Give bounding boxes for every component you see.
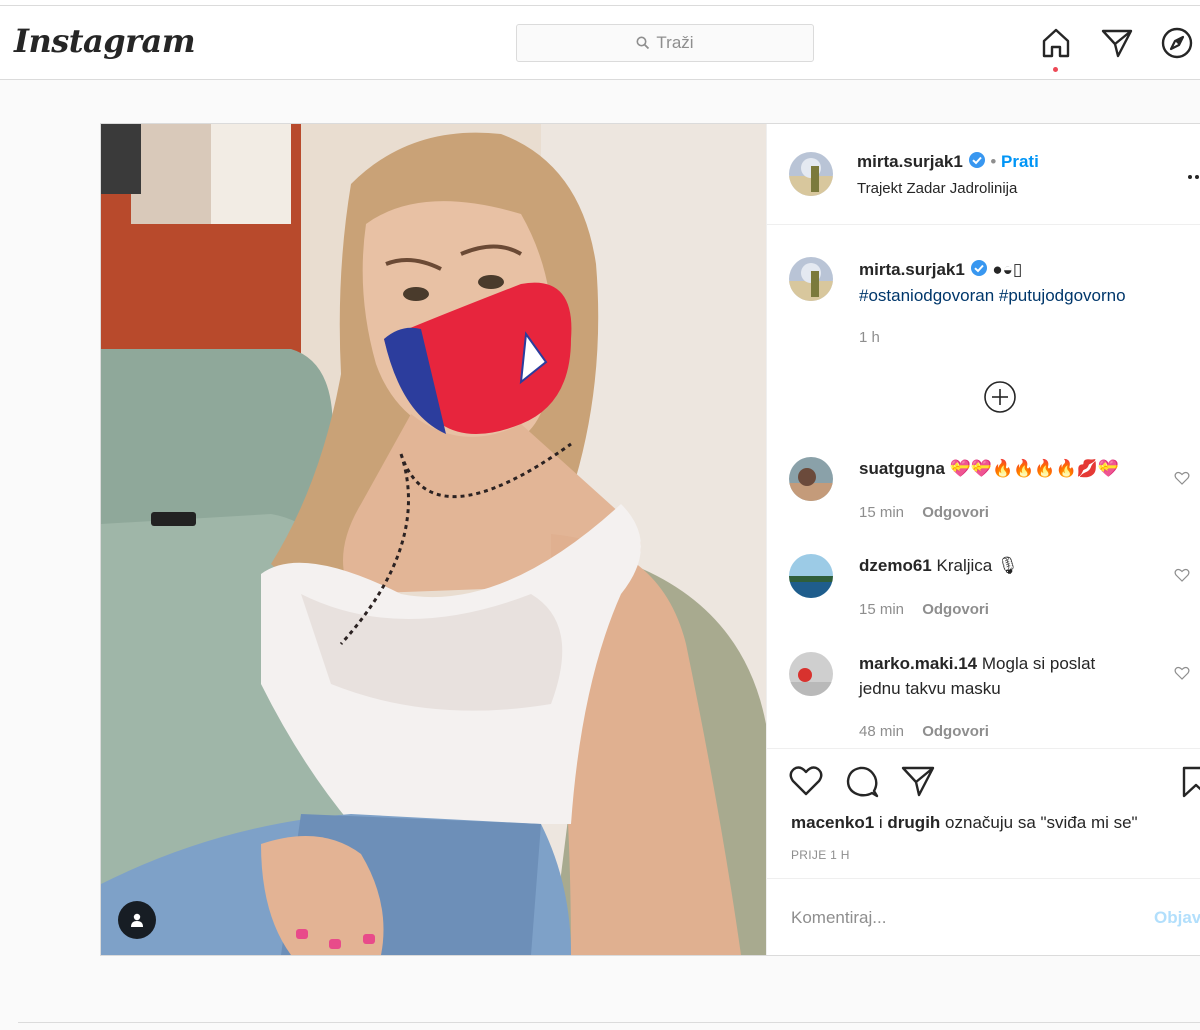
- comment-text: Mogla si poslat: [981, 654, 1096, 673]
- comment-time: 48 min: [859, 723, 905, 740]
- divider: [0, 5, 1200, 6]
- reply-button[interactable]: Odgovori: [922, 504, 989, 521]
- separator-dot: •: [990, 152, 997, 171]
- home-icon[interactable]: [1039, 26, 1073, 60]
- post-sidebar: mirta.surjak1 • Prati Trajekt Zadar Jadr…: [766, 124, 1200, 955]
- avatar[interactable]: [789, 554, 833, 598]
- comment-time: 15 min: [859, 601, 905, 618]
- divider: [767, 878, 1200, 879]
- avatar-image: [789, 257, 833, 301]
- comment-username[interactable]: marko.maki.14: [859, 654, 977, 673]
- caption-emoji: ●◒▯: [992, 260, 1023, 279]
- post-timestamp[interactable]: PRIJE 1 H: [791, 848, 850, 862]
- heart-icon[interactable]: [1174, 567, 1190, 583]
- comment-username[interactable]: suatgugna: [859, 459, 945, 478]
- top-nav-bar: Instagram Traži: [0, 0, 1200, 80]
- caption: mirta.surjak1 ●◒▯: [859, 258, 1022, 282]
- avatar-image: [789, 152, 833, 196]
- comment-username[interactable]: dzemo61: [859, 556, 932, 575]
- likes-user[interactable]: macenko1: [791, 813, 874, 832]
- comment-item: dzemo61 Kraljica 🎙: [859, 554, 1019, 578]
- user-tag-button[interactable]: [118, 901, 156, 939]
- verified-icon: [968, 152, 985, 168]
- likes-suffix: označuju sa "sviđa mi se": [945, 813, 1138, 832]
- notification-dot: [1053, 67, 1058, 72]
- comment-item: marko.maki.14 Mogla si poslat: [859, 652, 1095, 676]
- comment-text-continued: jednu takvu masku: [859, 679, 1001, 698]
- comment-icon[interactable]: [845, 765, 879, 799]
- comment-text: Kraljica 🎙: [936, 556, 1019, 575]
- caption-hashtags[interactable]: #ostaniodgovoran #putujodgovorno: [859, 284, 1126, 308]
- avatar[interactable]: [789, 257, 833, 301]
- heart-icon[interactable]: [1174, 470, 1190, 486]
- share-icon[interactable]: [901, 765, 935, 797]
- photo-illustration: [101, 124, 766, 955]
- likes-summary: macenko1 i drugih označuju sa "sviđa mi …: [791, 813, 1138, 833]
- post-location[interactable]: Trajekt Zadar Jadrolinija: [857, 177, 1017, 201]
- load-more-icon[interactable]: [983, 380, 1017, 414]
- avatar-image: [789, 652, 833, 696]
- comment-input[interactable]: Komentiraj...: [791, 908, 886, 928]
- divider: [18, 1022, 1200, 1023]
- comment-text: 💝💝🔥🔥🔥🔥💋💝: [949, 459, 1120, 478]
- post-author-username[interactable]: mirta.surjak1: [857, 152, 963, 171]
- comment-item: suatgugna 💝💝🔥🔥🔥🔥💋💝: [859, 457, 1119, 481]
- search-input[interactable]: Traži: [516, 24, 814, 62]
- reply-button[interactable]: Odgovori: [922, 723, 989, 740]
- avatar-image: [789, 457, 833, 501]
- avatar[interactable]: [789, 457, 833, 501]
- avatar-image: [789, 554, 833, 598]
- avatar[interactable]: [789, 652, 833, 696]
- user-tag-icon: [131, 913, 143, 927]
- caption-time: 1 h: [859, 329, 880, 346]
- post-comment-button[interactable]: Objavi: [1154, 908, 1200, 928]
- likes-others[interactable]: drugih: [887, 813, 940, 832]
- save-icon[interactable]: [1181, 765, 1200, 799]
- explore-icon[interactable]: [1160, 26, 1194, 60]
- heart-icon[interactable]: [789, 765, 823, 797]
- comment-time: 15 min: [859, 504, 905, 521]
- caption-username[interactable]: mirta.surjak1: [859, 260, 965, 279]
- search-placeholder: Traži: [656, 33, 694, 52]
- reply-button[interactable]: Odgovori: [922, 601, 989, 618]
- avatar[interactable]: [789, 152, 833, 196]
- verified-icon: [970, 260, 987, 276]
- post-card: mirta.surjak1 • Prati Trajekt Zadar Jadr…: [100, 123, 1200, 956]
- heart-icon[interactable]: [1174, 665, 1190, 681]
- search-icon: [636, 36, 650, 50]
- likes-connector: i: [878, 813, 883, 832]
- post-header: mirta.surjak1 • Prati Trajekt Zadar Jadr…: [767, 124, 1200, 225]
- follow-button[interactable]: Prati: [1001, 152, 1039, 171]
- post-photo[interactable]: [101, 124, 766, 955]
- divider: [767, 748, 1200, 749]
- direct-icon[interactable]: [1100, 26, 1134, 60]
- more-icon[interactable]: [1187, 174, 1200, 180]
- instagram-logo[interactable]: Instagram: [14, 22, 196, 60]
